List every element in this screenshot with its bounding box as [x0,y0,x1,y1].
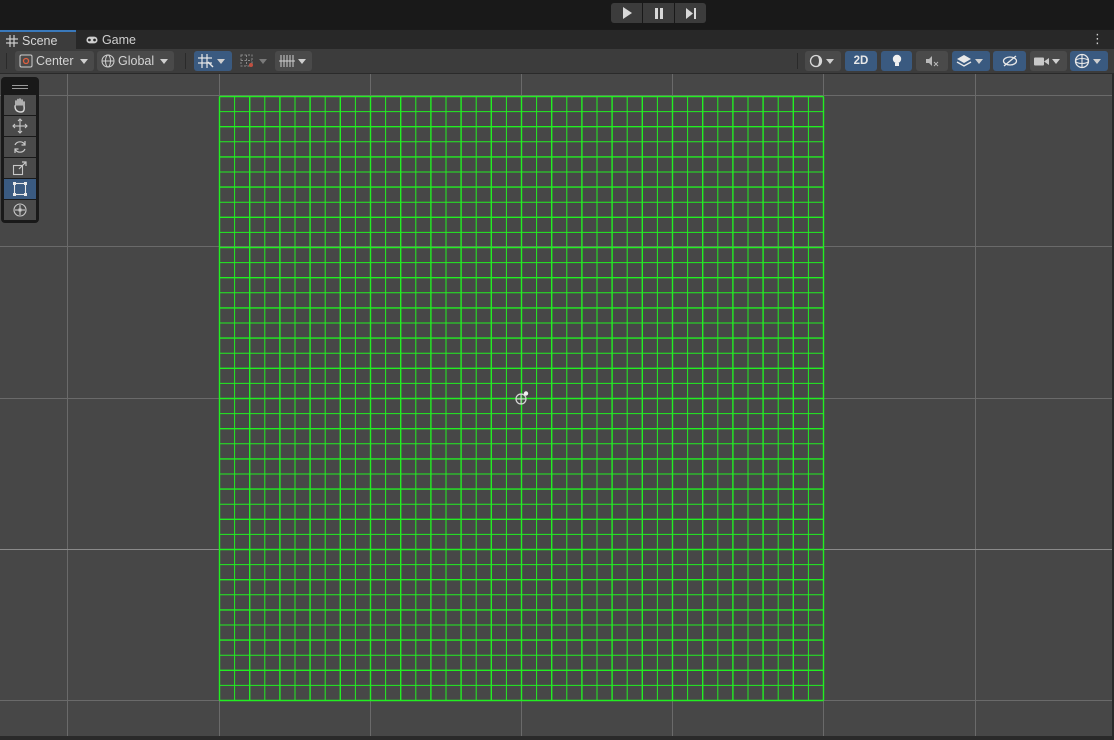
scale-icon [12,161,27,176]
chevron-down-icon [259,58,267,64]
hand-icon [14,98,25,113]
effects-dropdown[interactable] [952,51,990,71]
pivot-rotation-dropdown[interactable]: Global [97,51,174,71]
rotate-icon [14,141,26,153]
rect-tool[interactable] [4,179,36,199]
transform-icon [13,203,27,217]
pivot-mode-dropdown[interactable]: Center [15,51,94,71]
tab-scene-label: Scene [22,34,58,48]
play-button[interactable] [611,3,642,23]
chevron-down-icon [298,58,306,64]
increment-snap-icon [240,54,253,67]
window-bottom-edge [0,736,1114,740]
lighting-toggle[interactable] [881,51,912,71]
move-icon [12,118,28,134]
toolbar-grip [6,53,7,69]
pause-button[interactable] [643,3,674,23]
toggle-2d-label: 2D [853,55,869,67]
chevron-down-icon [217,58,225,64]
tab-strip: Scene Game ⋮ [0,29,1114,50]
lightbulb-icon [892,54,901,66]
tab-scene[interactable]: Scene [0,30,76,50]
increment-snapping-toggle[interactable] [236,51,272,71]
shaded-sphere-icon [809,54,823,68]
gizmo-sphere-icon [1074,53,1090,69]
scene-viewport[interactable] [0,74,1114,736]
layers-icon [956,55,972,67]
grid-snap-icon [198,54,214,68]
tools-overlay[interactable] [1,77,39,223]
move-tool[interactable] [4,116,36,136]
camera-icon [1034,57,1049,65]
grid-snapping-toggle[interactable] [194,51,232,71]
overlay-drag-handle[interactable] [4,80,36,94]
step-icon [685,7,696,19]
toolbar-separator [797,53,798,69]
chevron-down-icon [1093,58,1101,64]
eye-slash-icon [1002,55,1017,67]
pivot-rotation-label: Global [118,54,155,68]
draw-mode-dropdown[interactable] [805,51,841,71]
play-icon [622,7,632,19]
chevron-down-icon [160,58,169,64]
play-mode-bar [0,0,1114,29]
toggle-2d-button[interactable]: 2D [845,51,877,71]
speaker-muted-icon [926,56,939,67]
grid-lines-icon [279,55,295,67]
gizmos-dropdown[interactable] [1070,51,1108,71]
pause-icon [654,7,663,19]
chevron-down-icon [826,58,834,64]
play-controls [611,3,706,23]
grid-visibility-dropdown[interactable] [275,51,312,71]
pivot-center-icon [19,54,33,68]
gamepad-icon [86,36,98,44]
scene-toolbar: Center Global 2D [0,49,1114,74]
pivot-mode-label: Center [36,54,74,68]
tab-game-label: Game [101,33,136,47]
chevron-down-icon [975,58,983,64]
rect-transform-icon [13,182,27,196]
audio-toggle[interactable] [916,51,948,71]
more-options-icon[interactable]: ⋮ [1091,32,1104,46]
scene-canvas[interactable] [0,74,1114,736]
rotate-tool[interactable] [4,137,36,157]
toolbar-separator [185,53,186,69]
grid-icon [6,35,18,47]
chevron-down-icon [1052,58,1060,64]
camera-dropdown[interactable] [1030,51,1067,71]
hand-tool[interactable] [4,95,36,115]
tab-game[interactable]: Game [80,30,142,50]
step-button[interactable] [675,3,706,23]
chevron-down-icon [79,58,88,64]
globe-icon [101,54,115,68]
transform-tool[interactable] [4,200,36,220]
scale-tool[interactable] [4,158,36,178]
scene-visibility-toggle[interactable] [993,51,1026,71]
editor-grid [0,74,1112,736]
